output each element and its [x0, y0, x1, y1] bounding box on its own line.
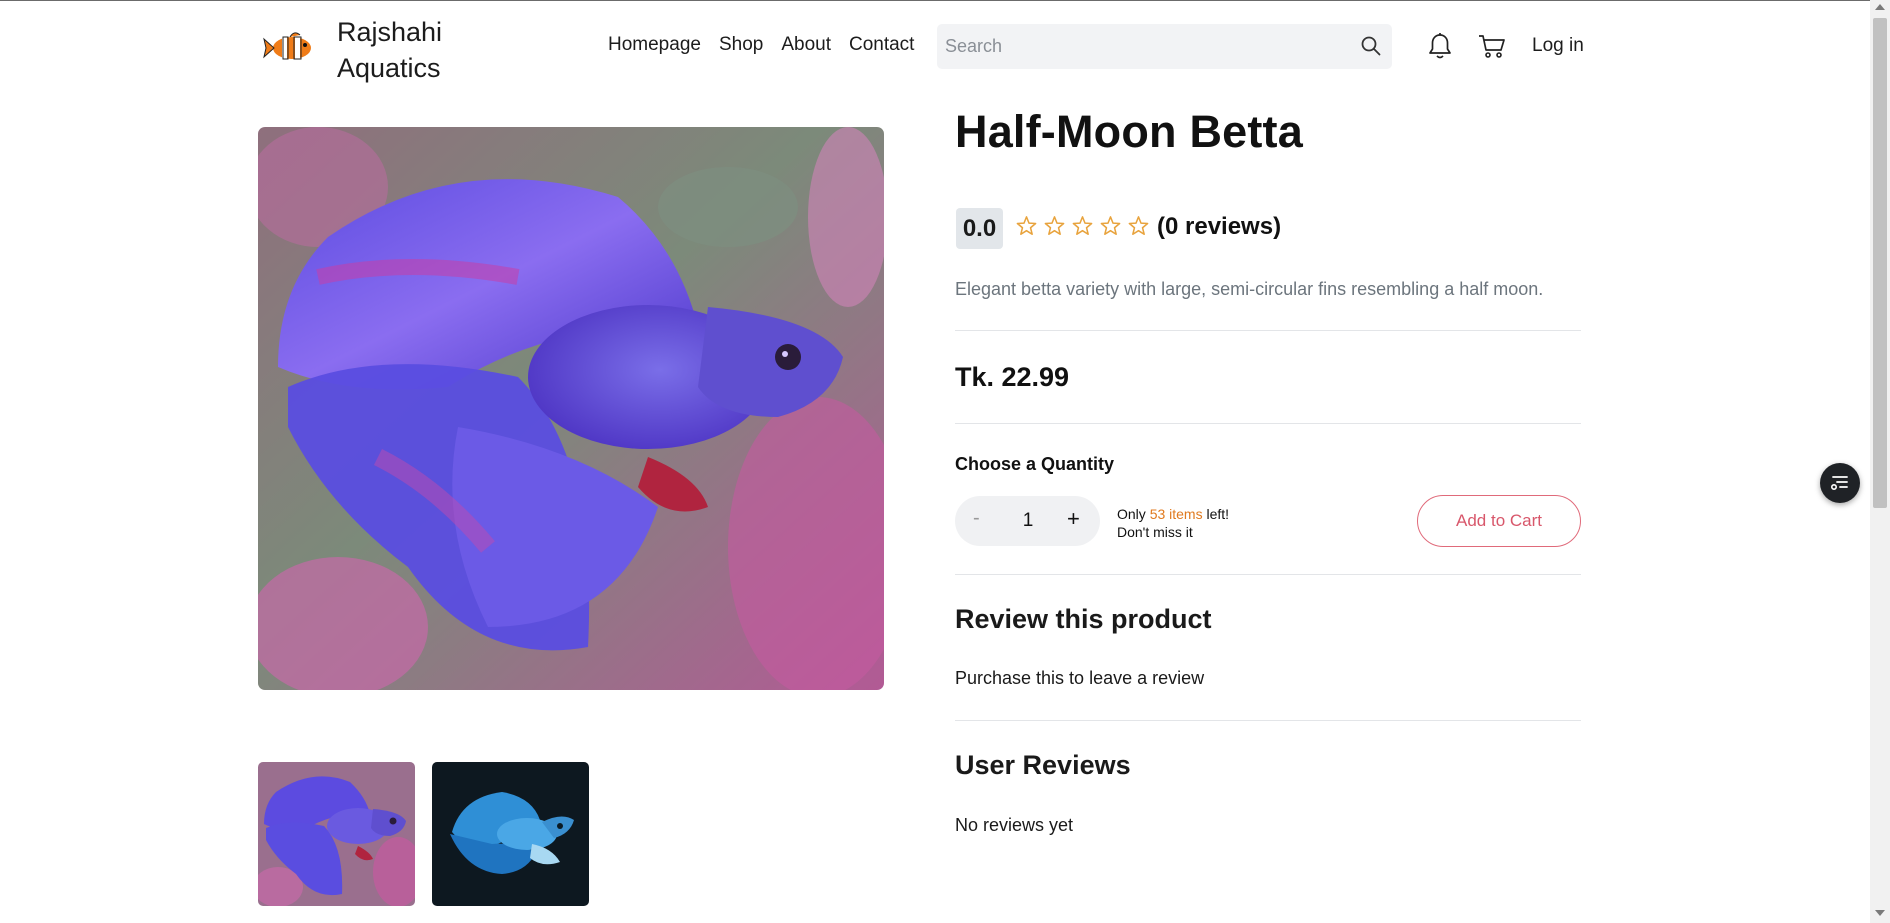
scroll-down-arrow-icon[interactable] — [1875, 910, 1885, 916]
add-to-cart-button[interactable]: Add to Cart — [1417, 495, 1581, 547]
brand-name[interactable]: Rajshahi Aquatics — [337, 14, 442, 86]
star-icon — [1100, 216, 1121, 236]
divider — [955, 574, 1581, 575]
product-price: Tk. 22.99 — [955, 362, 1070, 392]
star-icon — [1072, 216, 1093, 236]
thumbnail-blue-betta[interactable] — [432, 762, 589, 906]
clownfish-logo-icon[interactable] — [262, 30, 320, 64]
login-link[interactable]: Log in — [1532, 35, 1584, 57]
page-scrollbar[interactable] — [1870, 0, 1890, 923]
site-header: Rajshahi Aquatics Homepage Shop About Co… — [0, 0, 1870, 96]
star-icon — [1128, 216, 1149, 236]
quantity-input[interactable] — [1013, 496, 1043, 546]
stock-left: left! — [1206, 506, 1230, 522]
thumbnail-image-2 — [432, 762, 589, 906]
review-section-title: Review this product — [955, 604, 1212, 634]
product-description: Elegant betta variety with large, semi-c… — [955, 279, 1544, 299]
stock-count: 53 items — [1149, 506, 1203, 522]
quantity-stepper: - + — [955, 496, 1100, 546]
stock-line-1: Only 53 items left! — [1117, 505, 1229, 523]
stock-only: Only — [1117, 506, 1146, 522]
thumbnail-purple-betta[interactable] — [258, 762, 415, 906]
scroll-up-arrow-icon[interactable] — [1875, 4, 1885, 10]
star-rating — [1015, 214, 1150, 238]
quantity-decrement-button[interactable]: - — [973, 507, 980, 530]
search-input[interactable] — [945, 24, 1345, 69]
brand-line-2: Aquatics — [337, 53, 441, 83]
divider — [955, 423, 1581, 424]
nav-homepage[interactable]: Homepage — [608, 34, 701, 56]
product-main-image[interactable] — [258, 127, 884, 690]
scrollbar-thumb[interactable] — [1873, 18, 1887, 508]
nav-about[interactable]: About — [781, 34, 831, 56]
rating-badge: 0.0 — [956, 208, 1003, 249]
search-bar — [937, 24, 1392, 69]
star-icon — [1016, 216, 1037, 236]
brand-line-1: Rajshahi — [337, 17, 443, 47]
search-icon[interactable] — [1360, 35, 1382, 57]
reviews-count: (0 reviews) — [1157, 213, 1282, 240]
cart-icon[interactable] — [1478, 33, 1506, 59]
nav-shop[interactable]: Shop — [719, 34, 763, 56]
bell-icon[interactable] — [1427, 32, 1453, 60]
main-nav: Homepage Shop About Contact — [608, 34, 914, 56]
product-title: Half-Moon Betta — [955, 106, 1303, 157]
floating-menu-button[interactable] — [1820, 463, 1860, 503]
quantity-label: Choose a Quantity — [955, 454, 1115, 474]
stock-line-2: Don't miss it — [1117, 524, 1193, 540]
user-reviews-title: User Reviews — [955, 750, 1131, 780]
stock-notice: Only 53 items left! Don't miss it — [1117, 505, 1229, 541]
nav-contact[interactable]: Contact — [849, 34, 914, 56]
betta-fish-image — [258, 127, 884, 690]
divider — [955, 720, 1581, 721]
star-icon — [1044, 216, 1065, 236]
divider — [955, 330, 1581, 331]
thumbnail-image-1 — [258, 762, 415, 906]
quantity-increment-button[interactable]: + — [1067, 506, 1080, 532]
filter-list-icon — [1831, 476, 1848, 490]
no-reviews-text: No reviews yet — [955, 815, 1074, 835]
review-note: Purchase this to leave a review — [955, 668, 1205, 688]
